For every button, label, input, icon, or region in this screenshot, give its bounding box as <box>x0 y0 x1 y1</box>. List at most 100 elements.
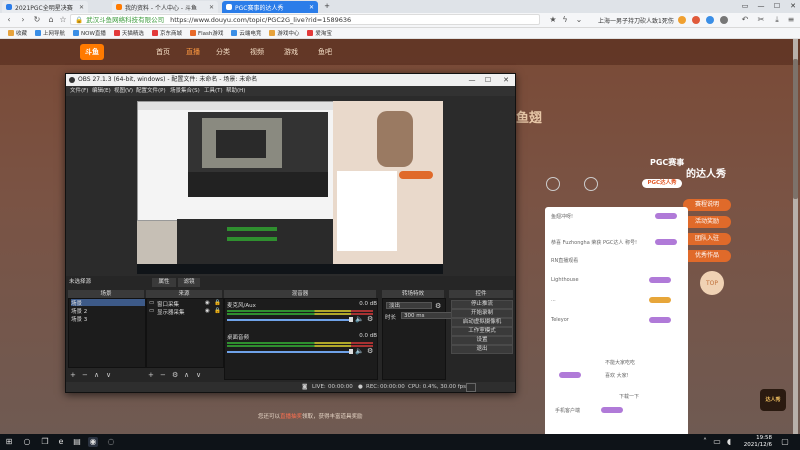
start-virtual-camera-button[interactable]: 启动虚拟摄像机 <box>451 318 513 327</box>
volume-slider[interactable] <box>227 351 351 353</box>
side-button-works[interactable]: 优秀作品 <box>683 250 731 262</box>
gear-icon[interactable]: ⚙ <box>367 315 373 323</box>
stop-streaming-button[interactable]: 停止推流 <box>451 300 513 309</box>
windows-logo-icon[interactable]: ⊞ <box>4 437 14 447</box>
forward-icon[interactable]: › <box>18 15 28 25</box>
volume-slider[interactable] <box>227 319 351 321</box>
properties-button[interactable]: 属性 <box>152 278 176 287</box>
star-icon[interactable]: ☆ <box>58 15 68 25</box>
menu-edit[interactable]: 编辑(E) <box>92 86 111 96</box>
menu-file[interactable]: 文件(F) <box>70 86 88 96</box>
nav-video[interactable]: 视频 <box>250 47 264 57</box>
minimize-button[interactable]: — <box>466 74 478 86</box>
bookmark-item[interactable]: 游戏中心 <box>269 29 299 37</box>
tab-close-icon[interactable]: ✕ <box>209 4 214 11</box>
source-item[interactable]: 窗口采集 <box>157 300 179 308</box>
scissors-icon[interactable]: ✂ <box>756 15 766 25</box>
restore-icon[interactable]: ▭ <box>740 1 750 12</box>
tab-close-icon[interactable]: ✕ <box>79 4 84 11</box>
move-down-icon[interactable]: ∨ <box>196 371 201 379</box>
minimize-button[interactable]: — <box>756 1 766 12</box>
browser-tab[interactable]: 我的资料 - 个人中心 - 斗鱼 ✕ <box>112 1 218 13</box>
task-view-icon[interactable]: ❐ <box>40 437 50 447</box>
news-ticker[interactable]: 上海一男子持刀砍人致1死伤 <box>598 16 674 25</box>
menu-profile[interactable]: 配置文件(P) <box>136 86 166 96</box>
side-button-rewards[interactable]: 活动奖励 <box>683 216 731 228</box>
menu-tools[interactable]: 工具(T) <box>204 86 223 96</box>
remove-scene-icon[interactable]: − <box>82 371 88 379</box>
close-button[interactable]: ✕ <box>500 74 512 86</box>
favorite-icon[interactable]: ★ <box>548 15 558 25</box>
notification-icon[interactable]: ▢ <box>780 437 790 447</box>
volume-slider-handle[interactable] <box>349 317 353 322</box>
lock-icon[interactable]: 🔒 <box>214 308 221 314</box>
extension-icon[interactable] <box>678 16 686 24</box>
tray-chevron-icon[interactable]: ˄ <box>700 437 710 447</box>
douyu-logo[interactable]: 斗鱼 <box>80 44 104 60</box>
bookmark-item[interactable]: 上网导航 <box>35 29 65 37</box>
lock-icon[interactable]: 🔒 <box>214 300 221 306</box>
system-clock[interactable]: 19:58 2021/12/6 <box>742 435 772 449</box>
back-to-top-button[interactable]: TOP <box>700 271 724 295</box>
maximize-button[interactable]: ☐ <box>482 74 494 86</box>
scene-item[interactable]: 场景 2 <box>71 307 87 315</box>
back-icon[interactable]: ‹ <box>4 15 14 25</box>
extension-icon[interactable] <box>720 16 728 24</box>
visibility-eye-icon[interactable]: ◉ <box>205 308 210 314</box>
undo-icon[interactable]: ↶ <box>740 15 750 25</box>
resize-grip-icon[interactable] <box>466 383 476 392</box>
new-tab-button[interactable]: + <box>322 1 332 12</box>
search-icon[interactable]: ○ <box>22 437 32 447</box>
move-up-icon[interactable]: ∧ <box>184 371 189 379</box>
obs-app-icon[interactable]: ◉ <box>88 437 98 447</box>
bookmark-item[interactable]: 天猫精选 <box>113 29 144 37</box>
menu-view[interactable]: 视图(V) <box>114 86 133 96</box>
bookmark-item[interactable]: NOW直播 <box>73 29 106 37</box>
home-icon[interactable]: ⌂ <box>46 15 56 25</box>
add-source-icon[interactable]: + <box>148 371 154 379</box>
browser-tab[interactable]: 2021PGC全明星决赛 ✕ <box>2 1 88 13</box>
bookmark-item[interactable]: 京东商城 <box>151 29 182 37</box>
move-down-icon[interactable]: ∨ <box>106 371 111 379</box>
side-button-team[interactable]: 团队入驻 <box>683 233 731 245</box>
browser-tab-active[interactable]: PGC赛事的达人秀 ✕ <box>222 1 318 13</box>
talent-show-badge[interactable]: 达人秀 <box>760 389 786 411</box>
exit-button[interactable]: 退出 <box>451 345 513 354</box>
source-item[interactable]: 显示器采集 <box>157 308 185 316</box>
side-button-schedule[interactable]: 赛程说明 <box>683 199 731 211</box>
bookmark-item[interactable]: 收藏 <box>8 29 27 37</box>
scene-item[interactable]: 场景 <box>71 299 82 307</box>
refresh-icon[interactable]: ↻ <box>32 15 42 25</box>
nav-games[interactable]: 游戏 <box>284 47 298 57</box>
remove-source-icon[interactable]: − <box>160 371 166 379</box>
menu-icon[interactable]: ≡ <box>786 15 796 25</box>
start-recording-button[interactable]: 开始录制 <box>451 309 513 318</box>
scene-item[interactable]: 场景 3 <box>71 315 87 323</box>
clock-icon[interactable] <box>584 177 598 191</box>
settings-button[interactable]: 设置 <box>451 336 513 345</box>
menu-scene-collection[interactable]: 场景集合(S) <box>170 86 200 96</box>
nav-live[interactable]: 直播 <box>186 47 200 57</box>
move-up-icon[interactable]: ∧ <box>94 371 99 379</box>
studio-mode-button[interactable]: 工作室模式 <box>451 327 513 336</box>
dropdown-icon[interactable]: ⌄ <box>574 15 584 25</box>
lightning-icon[interactable]: ϟ <box>560 15 570 25</box>
source-settings-icon[interactable]: ⚙ <box>172 371 178 379</box>
browser-app-icon[interactable]: e <box>56 437 66 447</box>
nav-category[interactable]: 分类 <box>216 47 230 57</box>
menu-help[interactable]: 帮助(H) <box>226 86 245 96</box>
volume-slider-handle[interactable] <box>349 349 353 354</box>
nav-home[interactable]: 首页 <box>156 47 170 57</box>
extension-icon[interactable] <box>692 16 700 24</box>
stat-icon[interactable] <box>546 177 560 191</box>
url-input[interactable]: 🔒 武汉斗鱼网络科技有限公司 https://www.douyu.com/topic… <box>70 14 540 25</box>
pgc-pill-button[interactable]: PGC达人秀 <box>642 179 682 188</box>
close-button[interactable]: ✕ <box>788 1 798 12</box>
file-explorer-icon[interactable]: ▤ <box>72 437 82 447</box>
speaker-icon[interactable]: 🔈 <box>355 315 364 323</box>
gear-icon[interactable]: ⚙ <box>367 347 373 355</box>
gear-icon[interactable]: ⚙ <box>435 302 441 310</box>
visibility-eye-icon[interactable]: ◉ <box>205 300 210 306</box>
filters-button[interactable]: 滤镜 <box>178 278 200 287</box>
app-icon[interactable]: ◌ <box>106 437 116 447</box>
